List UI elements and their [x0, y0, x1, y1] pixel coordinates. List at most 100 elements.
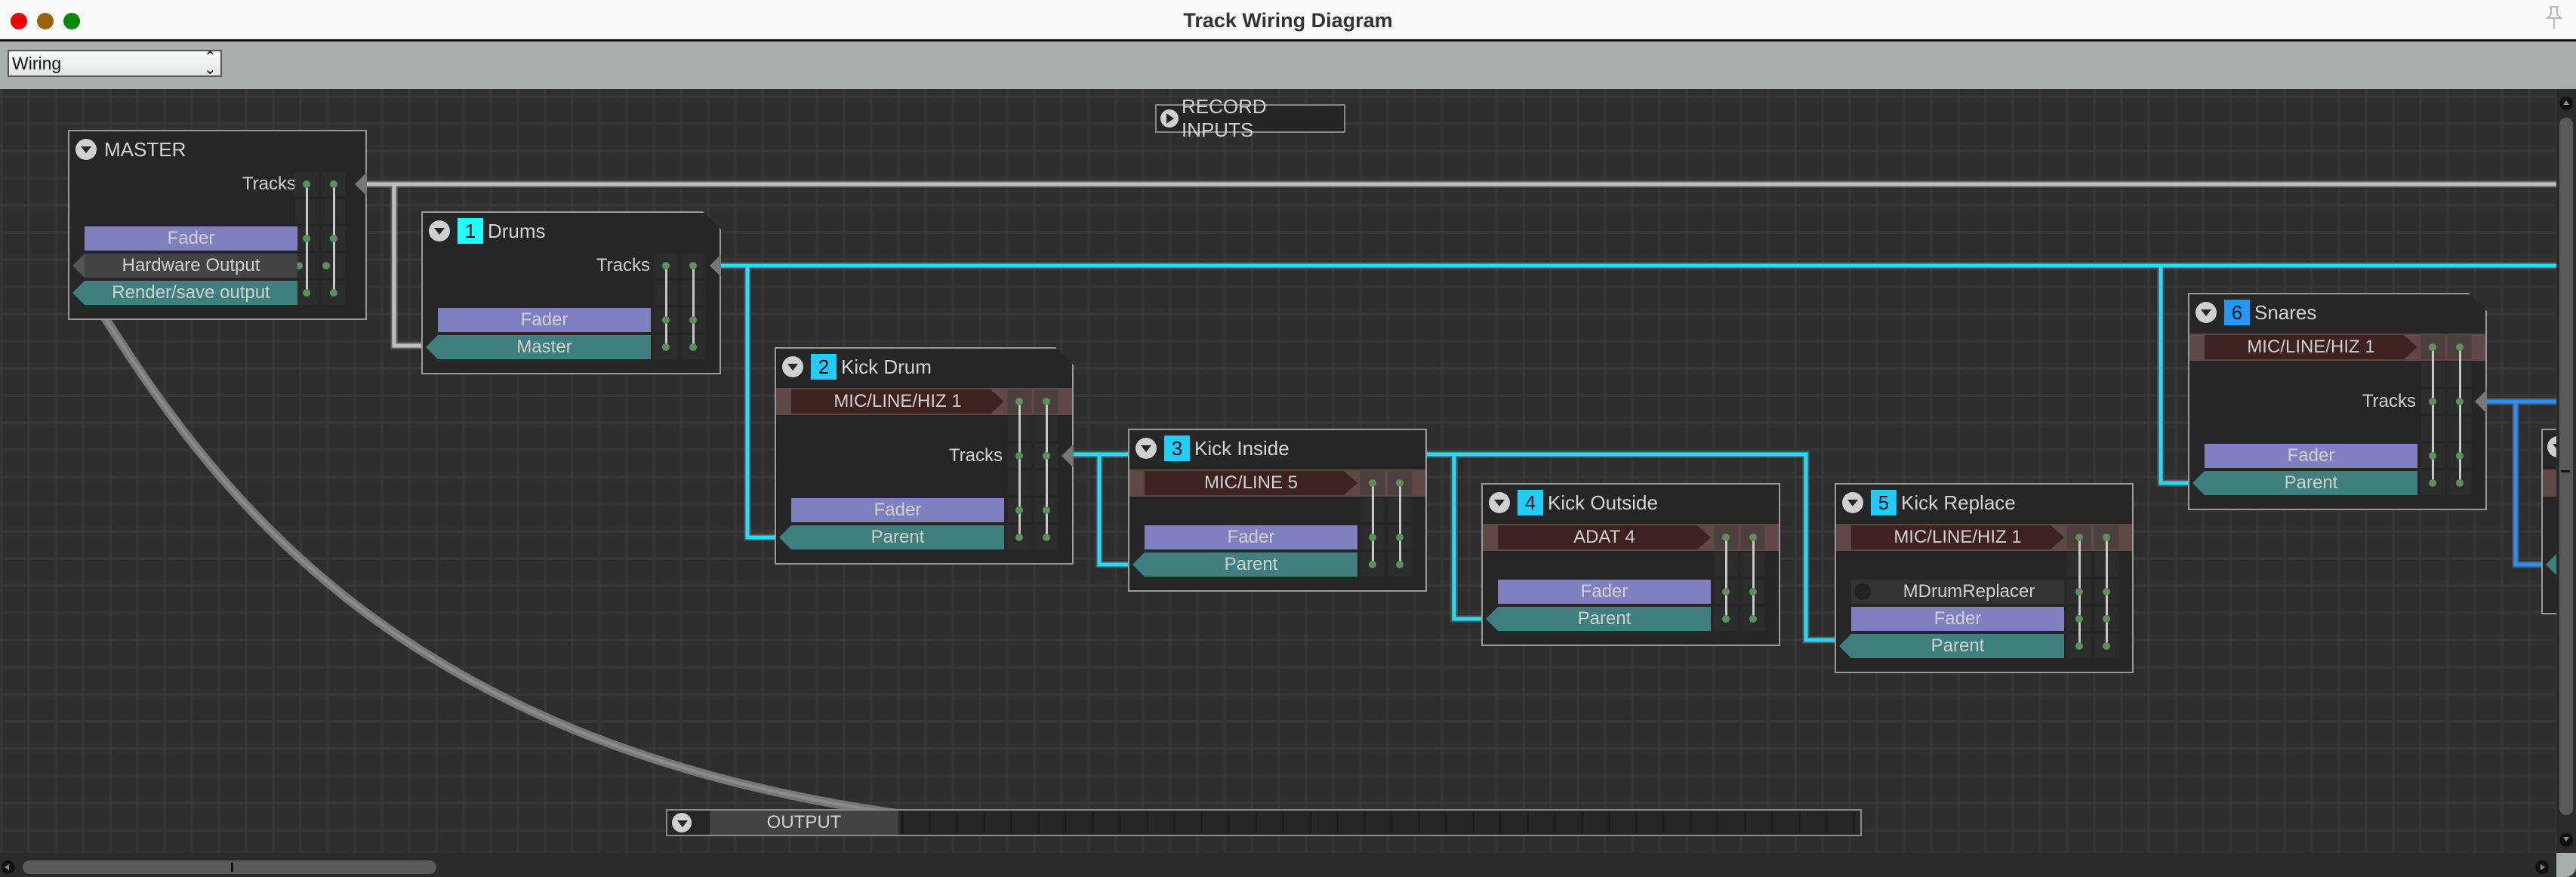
connection-dot[interactable]	[330, 289, 337, 297]
connection-dot[interactable]	[2429, 343, 2436, 351]
connection-dot[interactable]	[2429, 452, 2436, 460]
connection-dot[interactable]	[1369, 561, 1376, 568]
connection-dot[interactable]	[1369, 479, 1376, 487]
pushpin-icon[interactable]	[2543, 5, 2565, 30]
output-pin[interactable]	[2546, 552, 2556, 577]
master-send-row[interactable]: Master	[438, 335, 651, 359]
master-hardware-output-row[interactable]: Hardware Output	[85, 254, 297, 278]
connection-dot[interactable]	[1015, 506, 1023, 514]
connection-dot[interactable]	[1043, 506, 1050, 514]
connection-dot[interactable]	[1749, 615, 1757, 623]
connection-dot[interactable]	[1043, 452, 1050, 460]
plugin-bypass-icon[interactable]	[1854, 583, 1871, 600]
connection-dot[interactable]	[689, 316, 697, 324]
horizontal-scrollbar[interactable]	[0, 853, 2556, 877]
collapse-icon[interactable]	[1842, 492, 1863, 513]
connection-dot[interactable]	[2456, 343, 2464, 351]
master-input-pin[interactable]	[355, 172, 367, 196]
connection-dot[interactable]	[330, 235, 337, 242]
horizontal-scroll-thumb[interactable]	[23, 860, 436, 874]
connection-dot[interactable]	[662, 316, 670, 324]
connection-dot[interactable]	[1749, 534, 1757, 541]
connection-dot[interactable]	[2103, 588, 2110, 595]
track-input-pin[interactable]	[1062, 444, 1074, 468]
view-select[interactable]: Wiring ⌃ ⌄	[8, 50, 222, 77]
hardware-output-pin[interactable]	[72, 254, 85, 278]
connection-dot[interactable]	[662, 262, 670, 269]
plugin-row-mdrumreplacer[interactable]: MDrumReplacer	[1851, 580, 2064, 604]
vertical-scrollbar[interactable]	[2556, 89, 2576, 853]
track-node-snares[interactable]: 6 Snares MIC/LINE/HIZ 1 Tracks Fader Par…	[2188, 293, 2487, 510]
parent-send-row[interactable]: Parent	[791, 525, 1004, 549]
output-pin[interactable]	[1132, 552, 1145, 577]
connection-dot[interactable]	[2429, 479, 2436, 487]
connection-dot[interactable]	[2075, 642, 2083, 650]
track-node-kick-replace[interactable]: 5 Kick Replace MIC/LINE/HIZ 1 MDrumRepla…	[1835, 483, 2134, 673]
collapse-icon[interactable]	[1135, 438, 1157, 459]
master-render-output-row[interactable]: Render/save output	[85, 281, 297, 305]
parent-send-row[interactable]: Parent	[1145, 552, 1357, 577]
scroll-down-icon[interactable]	[2559, 833, 2573, 847]
connection-dot[interactable]	[1015, 452, 1023, 460]
output-panel[interactable]: OUTPUT	[666, 809, 1862, 836]
render-output-pin[interactable]	[72, 281, 85, 305]
connection-dot[interactable]	[2429, 398, 2436, 405]
connection-dot[interactable]	[2456, 398, 2464, 405]
connection-dot[interactable]	[689, 262, 697, 269]
connection-dot[interactable]	[2103, 534, 2110, 541]
track-input-pin[interactable]	[710, 254, 722, 278]
connection-dot[interactable]	[2103, 615, 2110, 623]
fader-row[interactable]: Fader	[1498, 580, 1711, 604]
fader-row[interactable]: Fader	[2205, 444, 2417, 468]
connection-dot[interactable]	[1396, 479, 1404, 487]
fader-row[interactable]: Fader	[1145, 525, 1357, 549]
connection-dot[interactable]	[1749, 588, 1757, 595]
output-pin[interactable]	[1486, 607, 1498, 631]
record-inputs-button[interactable]: RECORD INPUTS	[1155, 95, 1345, 141]
connection-dot[interactable]	[1722, 588, 1730, 595]
master-node[interactable]: MASTER Tracks Fader Hardware Output Rend…	[68, 130, 367, 320]
collapse-icon[interactable]	[75, 139, 97, 160]
track-node-kick-outside[interactable]: 4 Kick Outside ADAT 4 Fader Parent	[1481, 483, 1780, 646]
collapse-icon[interactable]	[2195, 302, 2217, 323]
parent-send-row[interactable]: Parent	[2205, 471, 2417, 495]
connection-dot[interactable]	[2075, 534, 2083, 541]
connection-dot[interactable]	[1043, 534, 1050, 541]
scroll-up-icon[interactable]	[2559, 97, 2573, 110]
track-input-pin[interactable]	[2475, 389, 2487, 414]
master-fader-row[interactable]: Fader	[85, 226, 297, 251]
connection-dot[interactable]	[1722, 534, 1730, 541]
scroll-left-icon[interactable]	[2, 860, 15, 874]
fader-row[interactable]: Fader	[1851, 607, 2064, 631]
connection-dot[interactable]	[1015, 534, 1023, 541]
hardware-input-label[interactable]: ADAT 4	[1498, 525, 1711, 549]
collapse-icon[interactable]	[1489, 492, 1510, 513]
collapse-icon[interactable]	[429, 220, 450, 242]
connection-dot[interactable]	[662, 343, 670, 351]
connection-dot[interactable]	[303, 180, 310, 188]
connection-dot[interactable]	[303, 289, 310, 297]
connection-dot[interactable]	[2103, 642, 2110, 650]
hardware-input-label[interactable]: MIC/LINE 5	[1145, 471, 1357, 495]
collapse-icon[interactable]	[2547, 436, 2556, 457]
connection-dot[interactable]	[1043, 398, 1050, 405]
output-pin[interactable]	[1839, 634, 1851, 658]
vertical-scroll-thumb[interactable]	[2559, 118, 2573, 815]
hardware-input-label[interactable]: MIC/LINE/HIZ 1	[1851, 525, 2064, 549]
hardware-input-label[interactable]: MIC/LINE/HIZ 1	[2205, 335, 2417, 359]
track-node-kick-inside[interactable]: 3 Kick Inside MIC/LINE 5 Fader Parent	[1128, 429, 1427, 592]
connection-dot[interactable]	[322, 262, 330, 269]
connection-dot[interactable]	[2075, 588, 2083, 595]
collapse-icon[interactable]	[782, 356, 803, 377]
connection-dot[interactable]	[330, 180, 337, 188]
connection-dot[interactable]	[1396, 534, 1404, 541]
track-node-kick-drum[interactable]: 2 Kick Drum MIC/LINE/HIZ 1 Tracks Fader …	[775, 347, 1074, 565]
connection-dot[interactable]	[1369, 534, 1376, 541]
wiring-canvas[interactable]: RECORD INPUTS MASTER Tracks Fader Hardwa…	[0, 89, 2556, 853]
parent-send-row[interactable]: Parent	[1851, 634, 2064, 658]
track-node-drums[interactable]: 1 Drums Tracks Fader Master	[421, 211, 721, 374]
connection-dot[interactable]	[1396, 561, 1404, 568]
connection-dot[interactable]	[303, 235, 310, 242]
connection-dot[interactable]	[2456, 479, 2464, 487]
connection-dot[interactable]	[2456, 452, 2464, 460]
